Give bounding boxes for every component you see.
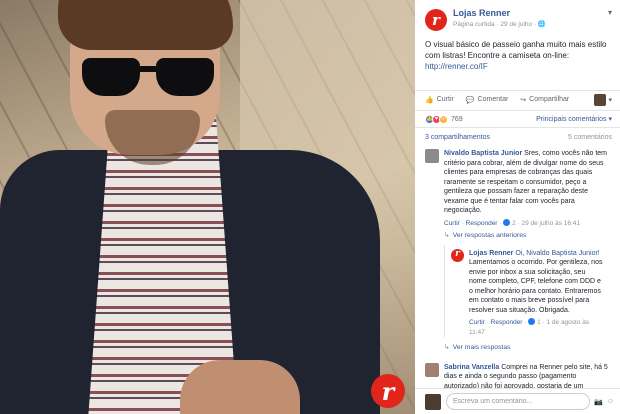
post-body: O visual básico de passeio ganha muito m…: [425, 40, 607, 60]
current-user-avatar: [425, 393, 441, 410]
like-button[interactable]: 👍 Curtir: [425, 96, 454, 104]
thumb-up-icon: 👍: [425, 96, 434, 104]
reply-text: Lojas Renner Oi, Nivaldo Baptista Junior…: [469, 249, 604, 316]
post-options-icon[interactable]: ▾: [608, 8, 612, 31]
reply-body: Lamentamos o ocorrido. Por gentileza, no…: [469, 259, 603, 314]
shares-count-link[interactable]: 3 compartilhamentos: [425, 134, 490, 141]
reply-footer: Curtir · Responder · 1 · 1 de agosto às …: [469, 318, 590, 336]
reply-item: r Lojas Renner Oi, Nivaldo Baptista Juni…: [444, 244, 612, 337]
comment-text: Nivaldo Baptista Junior Sres, como vocês…: [444, 149, 612, 216]
react-as-selector[interactable]: ▾: [594, 93, 612, 106]
like-label: Curtir: [436, 96, 454, 103]
sunglasses-lens-left: [82, 58, 140, 96]
commenter-avatar[interactable]: [425, 149, 439, 163]
sunglasses: [82, 58, 217, 98]
previous-replies-link[interactable]: ↳ Ver respostas anteriores: [444, 231, 612, 241]
share-arrow-icon: ↪: [520, 96, 527, 104]
like-count-icon: [503, 218, 511, 226]
reply-like-count: 1: [537, 319, 541, 326]
comment-input[interactable]: [446, 393, 591, 410]
reply-author[interactable]: Lojas Renner: [469, 250, 513, 257]
sticker-icon[interactable]: ☺: [607, 398, 614, 405]
comment-body: Sres, como vocês não tem critério para c…: [444, 150, 608, 214]
post-link[interactable]: http://renner.co/IF: [425, 62, 488, 71]
comment-label: Comentar: [477, 96, 509, 103]
comment-button[interactable]: 💬 Comentar: [466, 96, 508, 104]
comment-composer: 📷 ☺: [415, 388, 620, 414]
hair: [58, 0, 233, 50]
comment-item: Nivaldo Baptista Junior Sres, como vocês…: [415, 149, 620, 353]
comment-sort-dropdown[interactable]: Principais comentários ▾: [536, 115, 612, 123]
post-photo[interactable]: r: [0, 0, 415, 414]
reactions-bar: 👍 ♥ 😮 769 Principais comentários ▾: [415, 110, 620, 128]
comment-item: Sabrina Vanzella Comprei na Renner pelo …: [415, 362, 620, 392]
post-meta[interactable]: Página curtida · 29 de julho ·: [453, 21, 538, 28]
renner-logo-watermark: r: [371, 374, 405, 408]
reply-arrow-icon: ↳: [444, 232, 450, 239]
commenter-name[interactable]: Sabrina Vanzella: [444, 364, 499, 371]
post-side-panel: r Lojas Renner Página curtida · 29 de ju…: [415, 0, 620, 414]
more-replies-label: Ver mais respostas: [452, 344, 511, 351]
hand: [180, 360, 300, 414]
share-button[interactable]: ↪ Compartilhar: [520, 96, 569, 104]
comment-footer: Curtir · Responder · 2 · 29 de julho às …: [444, 218, 581, 227]
reply-avatar[interactable]: r: [451, 248, 464, 262]
sunglasses-lens-right: [156, 58, 214, 96]
page-name-link[interactable]: Lojas Renner: [453, 8, 608, 18]
post-text: O visual básico de passeio ganha muito m…: [415, 31, 620, 72]
comment-time[interactable]: 29 de julho às 16:41: [521, 220, 580, 227]
page-avatar[interactable]: r: [425, 9, 447, 31]
facebook-photo-viewer: r r Lojas Renner Página curtida · 29 de …: [0, 0, 620, 414]
reply-reply-link[interactable]: Responder: [491, 319, 523, 326]
post-subline: Página curtida · 29 de julho · 🌐: [453, 20, 608, 28]
post-header: r Lojas Renner Página curtida · 29 de ju…: [415, 0, 620, 31]
comment-like-link[interactable]: Curtir: [444, 220, 460, 227]
shares-row: 3 compartilhamentos 5 comentários: [415, 128, 620, 141]
globe-icon: 🌐: [537, 21, 547, 28]
reply-mention[interactable]: Oi, Nivaldo Baptista Junior!: [515, 250, 599, 257]
reply-like-count-icon: [528, 318, 536, 325]
user-avatar-mini: [594, 93, 607, 106]
comment-like-count: 2: [512, 219, 516, 227]
wow-reaction-icon[interactable]: 😮: [439, 114, 448, 124]
more-replies-arrow-icon: ↳: [444, 344, 450, 351]
comment-text: Sabrina Vanzella Comprei na Renner pelo …: [444, 363, 612, 392]
chevron-down-icon: ▾: [608, 96, 612, 104]
share-label: Compartilhar: [529, 96, 570, 103]
reaction-count[interactable]: 769: [451, 116, 463, 123]
more-replies-link[interactable]: ↳ Ver mais respostas: [444, 343, 612, 353]
reply-like-link[interactable]: Curtir: [469, 319, 485, 326]
speech-bubble-icon: 💬: [465, 96, 475, 104]
commenter-avatar[interactable]: [425, 362, 439, 377]
comment-reply-link[interactable]: Responder: [466, 220, 498, 227]
commenter-name[interactable]: Nivaldo Baptista Junior: [444, 150, 522, 157]
comments-count: 5 comentários: [568, 134, 612, 141]
post-actions-bar: 👍 Curtir 💬 Comentar ↪ Compartilhar ▾: [415, 90, 620, 108]
previous-replies-label: Ver respostas anteriores: [452, 232, 527, 239]
camera-icon[interactable]: 📷: [594, 398, 603, 406]
